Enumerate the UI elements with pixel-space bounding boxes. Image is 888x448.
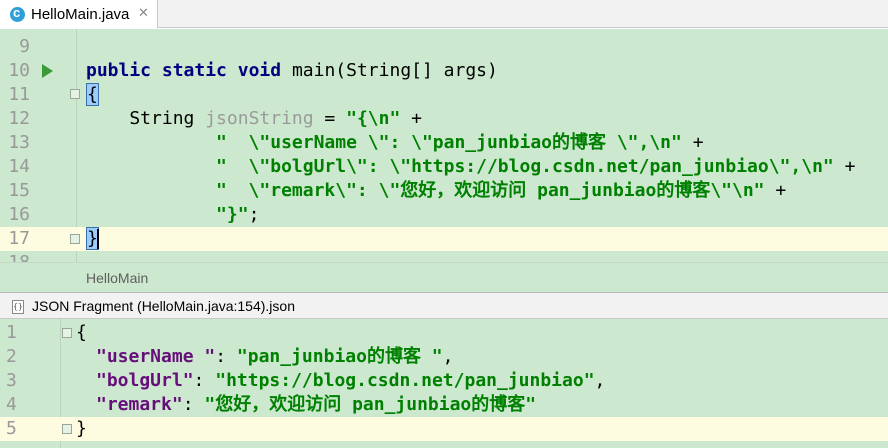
code-line-13: 13 " \"userName \": \"pan_junbiao的博客 \",… (0, 131, 888, 155)
json-key: "remark" (96, 394, 183, 415)
json-value: "pan_junbiao的博客 " (236, 346, 443, 367)
string-literal: "}" (216, 204, 249, 225)
json-fragment-panel-header: {} JSON Fragment (HelloMain.java:154).js… (0, 292, 888, 319)
code-editor[interactable]: 9 10 public static void main(String[] ar… (0, 29, 888, 262)
code-line-10: 10 public static void main(String[] args… (0, 59, 888, 83)
keyword: void (237, 60, 282, 81)
string-literal: "{\n" (346, 108, 401, 129)
json-line-4: 4 "remark": "您好，欢迎访问 pan_junbiao的博客" (6, 394, 537, 415)
text-caret (97, 229, 99, 249)
string-literal: " \"remark\": \"您好，欢迎访问 pan_junbiao的博客\"… (216, 180, 765, 201)
line-number: 9 (19, 36, 30, 57)
tab-hellomain-java[interactable]: HelloMain.java ✕ (0, 0, 158, 28)
operator: + (833, 156, 856, 177)
line-number: 12 (8, 108, 30, 129)
fold-marker-icon[interactable] (70, 234, 80, 244)
fold-marker-icon[interactable] (62, 424, 72, 434)
string-literal: " \"userName \": \"pan_junbiao的博客 \",\n" (216, 132, 682, 153)
json-key: "userName " (96, 346, 216, 367)
run-gutter-icon[interactable] (42, 64, 53, 78)
close-tab-icon[interactable]: ✕ (138, 6, 149, 20)
code-line-18: 18 (0, 251, 888, 262)
keyword: public (86, 60, 152, 81)
type-name: String (86, 108, 206, 129)
code-line-17-current: 17 } (0, 227, 888, 251)
line-number: 1 (6, 322, 17, 343)
json-fragment-editor[interactable]: 1 { 2 "userName ": "pan_junbiao的博客 ", 3 … (0, 319, 888, 448)
json-key: "bolgUrl" (96, 370, 194, 391)
method-signature: main(String[] args) (281, 60, 498, 81)
editor-tab-bar: HelloMain.java ✕ (0, 0, 888, 28)
line-number: 5 (6, 418, 17, 439)
code-line-16: 16 "}"; (0, 203, 888, 227)
semicolon: ; (248, 204, 260, 225)
breadcrumb: HelloMain (0, 262, 888, 292)
json-line-1: 1 { (0, 321, 888, 345)
java-class-icon (10, 5, 25, 22)
json-line-5-current: 5 } (0, 417, 888, 441)
json-file-icon: {} (12, 300, 24, 314)
line-number: 10 (8, 60, 30, 81)
line-number: 14 (8, 156, 30, 177)
operator: + (400, 108, 422, 129)
line-number: 13 (8, 132, 30, 153)
line-number: 2 (6, 346, 17, 367)
line-number: 3 (6, 370, 17, 391)
code-line-15: 15 " \"remark\": \"您好，欢迎访问 pan_junbiao的博… (0, 179, 888, 203)
json-line-2: 2 "userName ": "pan_junbiao的博客 ", (6, 346, 454, 367)
line-number: 4 (6, 394, 17, 415)
code-line-9: 9 (0, 35, 888, 59)
line-number: 15 (8, 180, 30, 201)
matched-brace: { (86, 83, 99, 106)
keyword: static (161, 60, 227, 81)
operator: + (681, 132, 704, 153)
breadcrumb-item-hellomain[interactable]: HelloMain (86, 270, 148, 286)
code-line-11: 11 { (0, 83, 888, 107)
json-line-3: 3 "bolgUrl": "https://blog.csdn.net/pan_… (6, 370, 606, 391)
json-value: "https://blog.csdn.net/pan_junbiao" (215, 370, 595, 391)
json-close-brace: } (76, 418, 87, 439)
fold-marker-icon[interactable] (70, 89, 80, 99)
json-value: "您好，欢迎访问 pan_junbiao的博客" (204, 394, 537, 415)
string-literal: " \"bolgUrl\": \"https://blog.csdn.net/p… (216, 156, 834, 177)
operator: + (764, 180, 787, 201)
line-number: 16 (8, 204, 30, 225)
operator: = (313, 108, 347, 129)
fold-marker-icon[interactable] (62, 328, 72, 338)
line-number: 17 (8, 228, 30, 249)
code-line-12: 12 String jsonString = "{\n" + (0, 107, 888, 131)
panel-title[interactable]: JSON Fragment (HelloMain.java:154).json (32, 298, 295, 314)
code-line-14: 14 " \"bolgUrl\": \"https://blog.csdn.ne… (0, 155, 888, 179)
tab-label: HelloMain.java (31, 5, 130, 23)
variable-name: jsonString (205, 108, 314, 129)
line-number: 11 (8, 84, 30, 105)
json-open-brace: { (76, 322, 87, 343)
line-number: 18 (0, 251, 30, 262)
